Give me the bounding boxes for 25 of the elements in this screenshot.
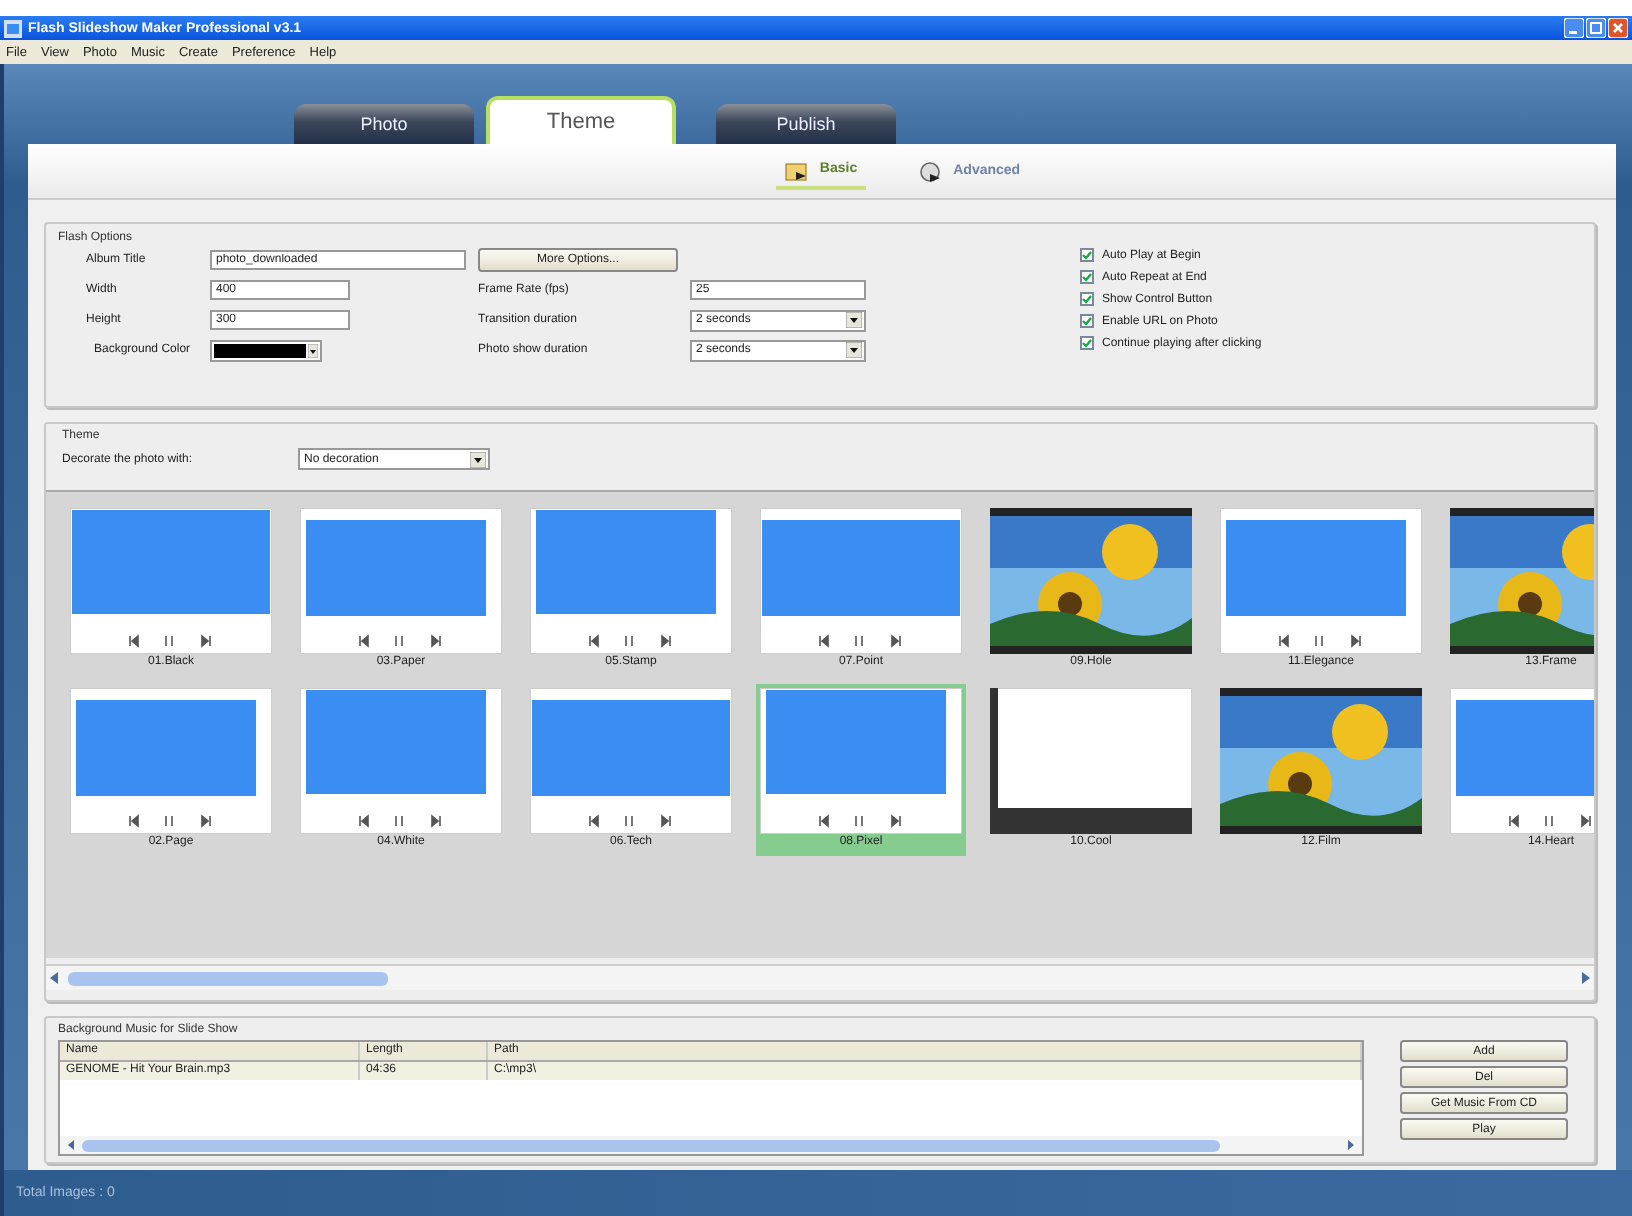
dropdown-arrow-icon[interactable] <box>846 342 862 358</box>
tab[interactable]: Publish <box>716 104 896 144</box>
close-icon[interactable] <box>1608 18 1628 38</box>
checkbox[interactable] <box>1080 270 1094 284</box>
dropdown-arrow-icon[interactable] <box>308 343 318 357</box>
horizontal-scrollbar[interactable] <box>60 1136 1362 1154</box>
scroll-left-icon[interactable] <box>64 1138 78 1152</box>
color-picker[interactable] <box>210 339 322 361</box>
folder-icon[interactable] <box>783 157 808 181</box>
checkbox[interactable] <box>1080 292 1094 306</box>
checkbox[interactable] <box>1080 336 1094 350</box>
checkbox[interactable] <box>1080 314 1094 328</box>
dropdown-arrow-icon[interactable] <box>470 451 486 467</box>
minimize-icon[interactable] <box>1564 18 1584 38</box>
disc-icon[interactable] <box>917 159 942 183</box>
maximize-icon[interactable] <box>1586 18 1606 38</box>
horizontal-scrollbar[interactable] <box>46 964 1594 990</box>
scroll-right-icon[interactable] <box>1578 970 1594 986</box>
tab[interactable]: Photo <box>294 104 474 144</box>
dropdown-arrow-icon[interactable] <box>846 312 862 328</box>
tab[interactable]: Theme <box>486 96 676 144</box>
app-icon <box>4 19 22 37</box>
scroll-right-icon[interactable] <box>1344 1138 1358 1152</box>
scroll-left-icon[interactable] <box>46 970 62 986</box>
checkbox[interactable] <box>1080 248 1094 262</box>
